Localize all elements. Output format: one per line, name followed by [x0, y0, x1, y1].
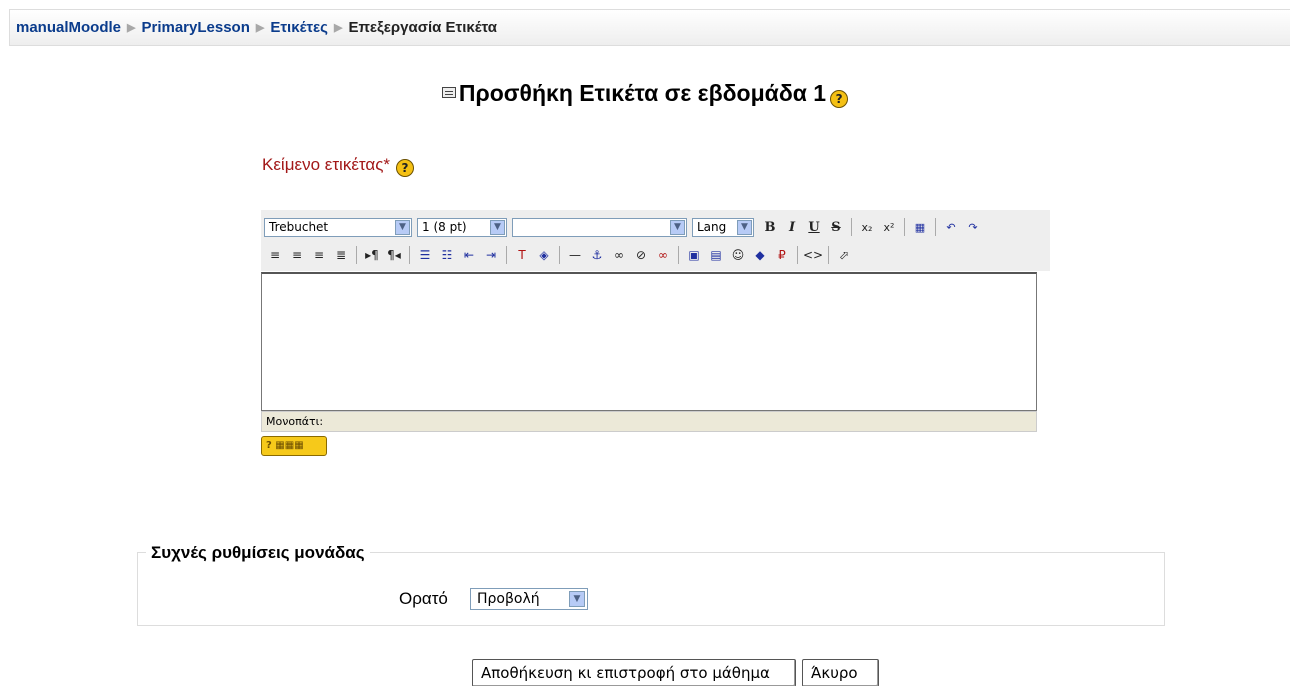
undo-icon[interactable]: ↶: [940, 216, 962, 238]
toolbar-row-1: Trebuchet ▼ 1 (8 pt) ▼ ▼ Lang ▼ B I U S …: [264, 213, 1047, 241]
toolbar-divider: [559, 246, 560, 264]
toolbar-divider: [797, 246, 798, 264]
smiley-icon[interactable]: ☺: [727, 244, 749, 266]
rtl-icon[interactable]: ¶◂: [383, 244, 405, 266]
breadcrumb-link-labels[interactable]: Ετικέτες: [270, 19, 328, 36]
chevron-down-icon: ▼: [569, 591, 585, 607]
breadcrumb-separator: ▶: [127, 22, 136, 34]
toolbar-divider: [678, 246, 679, 264]
chevron-down-icon: ▼: [670, 219, 685, 235]
breadcrumb-link-course[interactable]: PrimaryLesson: [141, 19, 249, 36]
toolbar-divider: [506, 246, 507, 264]
ordered-list-icon[interactable]: ☰: [414, 244, 436, 266]
link-icon[interactable]: ∞: [608, 244, 630, 266]
keyboard-help-icon[interactable]: ? ▦▦▦: [261, 436, 327, 456]
toolbar-row-2: ≡ ≡ ≡ ≣ ▸¶ ¶◂ ☰ ☷ ⇤ ⇥ T ◈ — ⚓ ∞ ⊘ ∞ ▣ ▤ …: [264, 241, 1047, 269]
breadcrumb-current: Επεξεργασία Ετικέτα: [348, 19, 498, 36]
label-text-caption: Κείμενο ετικέτας*: [262, 155, 391, 174]
keyboard-help-glyph: ?: [266, 440, 272, 451]
text-color-icon[interactable]: T: [511, 244, 533, 266]
help-icon[interactable]: ?: [830, 90, 849, 108]
bold-icon[interactable]: B: [759, 216, 781, 238]
editor-toolbar: Trebuchet ▼ 1 (8 pt) ▼ ▼ Lang ▼ B I U S …: [261, 210, 1050, 271]
breadcrumb-link-site[interactable]: manualMoodle: [16, 19, 121, 36]
insert-table-icon[interactable]: ▤: [705, 244, 727, 266]
font-size-select[interactable]: 1 (8 pt) ▼: [417, 217, 507, 237]
cancel-button[interactable]: Άκυρο: [802, 659, 879, 686]
align-right-icon[interactable]: ≡: [308, 244, 330, 266]
html-source-icon[interactable]: <>: [802, 244, 824, 266]
align-center-icon[interactable]: ≡: [286, 244, 308, 266]
visible-select[interactable]: Προβολή ▼: [470, 588, 588, 610]
ltr-icon[interactable]: ▸¶: [361, 244, 383, 266]
toolbar-divider: [409, 246, 410, 264]
chevron-down-icon: ▼: [395, 219, 410, 235]
page-title: Προσθήκη Ετικέτα σε εβδομάδα 1: [458, 80, 827, 106]
html-editor: Trebuchet ▼ 1 (8 pt) ▼ ▼ Lang ▼ B I U S …: [261, 210, 1050, 456]
toolbar-divider: [828, 246, 829, 264]
breadcrumb-separator: ▶: [333, 22, 343, 34]
common-settings-legend: Συχνές ρυθμίσεις μονάδας: [146, 543, 370, 563]
style-select[interactable]: ▼: [512, 217, 687, 237]
unlink-icon[interactable]: ⊘: [630, 244, 652, 266]
justify-icon[interactable]: ≣: [330, 244, 352, 266]
help-icon[interactable]: ?: [396, 159, 415, 177]
chevron-down-icon: ▼: [737, 219, 752, 235]
unordered-list-icon[interactable]: ☷: [436, 244, 458, 266]
font-family-value: Trebuchet: [269, 220, 329, 234]
common-settings-fieldset: [137, 552, 1165, 626]
align-left-icon[interactable]: ≡: [264, 244, 286, 266]
label-module-icon: [441, 87, 456, 98]
subscript-icon[interactable]: x₂: [856, 216, 878, 238]
anchor-icon[interactable]: ⚓: [586, 244, 608, 266]
lang-value: Lang: [697, 220, 727, 234]
underline-icon[interactable]: U: [803, 216, 825, 238]
visible-select-value: Προβολή: [477, 591, 540, 607]
chevron-down-icon: ▼: [490, 219, 505, 235]
clean-word-icon[interactable]: ▦: [909, 216, 931, 238]
background-color-icon[interactable]: ◈: [533, 244, 555, 266]
toolbar-divider: [904, 218, 905, 236]
outdent-icon[interactable]: ⇤: [458, 244, 480, 266]
visible-label: Ορατό: [399, 589, 448, 608]
font-size-value: 1 (8 pt): [422, 220, 467, 234]
nolink-icon[interactable]: ∞: [652, 244, 674, 266]
label-text-field-label: Κείμενο ετικέτας*?: [262, 155, 415, 177]
font-family-select[interactable]: Trebuchet ▼: [264, 217, 412, 237]
fullscreen-icon[interactable]: ⬀: [833, 244, 855, 266]
breadcrumb-separator: ▶: [255, 22, 265, 34]
toolbar-divider: [935, 218, 936, 236]
special-char-icon[interactable]: ◆: [749, 244, 771, 266]
search-replace-icon[interactable]: ₽: [771, 244, 793, 266]
italic-icon[interactable]: I: [781, 216, 803, 238]
strikethrough-icon[interactable]: S: [825, 216, 847, 238]
editor-path-bar: Μονοπάτι:: [261, 411, 1037, 432]
redo-icon[interactable]: ↷: [962, 216, 984, 238]
editor-content-area[interactable]: [261, 272, 1037, 411]
insert-image-icon[interactable]: ▣: [683, 244, 705, 266]
page-title-row: Προσθήκη Ετικέτα σε εβδομάδα 1?: [0, 80, 1290, 108]
toolbar-divider: [356, 246, 357, 264]
save-and-return-button[interactable]: Αποθήκευση κι επιστροφή στο μάθημα: [472, 659, 796, 686]
indent-icon[interactable]: ⇥: [480, 244, 502, 266]
superscript-icon[interactable]: x²: [878, 216, 900, 238]
breadcrumb: manualMoodle ▶ PrimaryLesson ▶ Ετικέτες …: [9, 9, 1290, 46]
lang-select[interactable]: Lang ▼: [692, 217, 754, 237]
horizontal-rule-icon[interactable]: —: [564, 244, 586, 266]
toolbar-divider: [851, 218, 852, 236]
